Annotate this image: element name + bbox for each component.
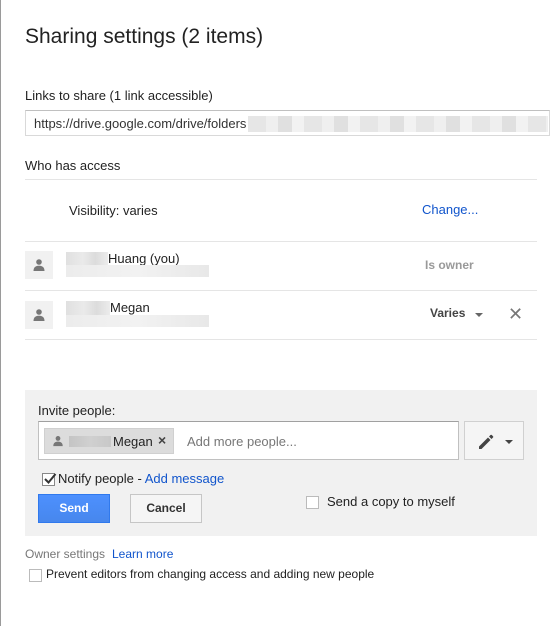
change-visibility-link[interactable]: Change... [422, 202, 478, 217]
person-avatar [25, 251, 53, 279]
who-has-access-label: Who has access [25, 158, 121, 173]
caret-down-icon [505, 440, 513, 444]
recipient-chip[interactable]: Megan × [44, 428, 174, 454]
links-label: Links to share (1 link accessible) [25, 88, 213, 103]
remove-person-icon[interactable]: ✕ [508, 305, 523, 323]
person-avatar [25, 301, 53, 329]
notify-label-row: Notify people - Add message [58, 471, 224, 486]
visibility-text: Visibility: varies [69, 203, 158, 218]
name-redacted [66, 301, 110, 315]
prevent-editors-checkbox[interactable] [29, 569, 42, 582]
person-icon [53, 436, 63, 447]
email-redacted [66, 315, 209, 327]
divider [25, 290, 537, 291]
chip-name: Megan [113, 434, 153, 449]
send-copy-label: Send a copy to myself [327, 494, 455, 509]
invite-panel: Invite people: Megan × Notify people - A… [25, 390, 537, 536]
owner-role-label: Is owner [425, 258, 474, 272]
notify-separator: - [133, 471, 145, 486]
owner-settings-label: Owner settings [25, 547, 106, 561]
person-name: Megan [110, 300, 150, 315]
prevent-editors-label: Prevent editors from changing access and… [46, 567, 375, 581]
notify-people-label: Notify people [58, 471, 134, 486]
cancel-button[interactable]: Cancel [130, 494, 202, 523]
share-link-text[interactable]: https://drive.google.com/drive/folders [34, 116, 246, 131]
person-icon [33, 309, 45, 321]
invite-label: Invite people: [38, 403, 116, 418]
person-name: Huang (you) [108, 251, 180, 266]
share-link-redacted [248, 116, 548, 132]
add-people-input[interactable] [187, 431, 447, 451]
name-redacted [66, 252, 108, 266]
permission-menu-button[interactable] [464, 421, 524, 460]
learn-more-link[interactable]: Learn more [112, 547, 173, 561]
divider [25, 179, 537, 180]
email-redacted [66, 265, 209, 277]
caret-down-icon[interactable] [475, 313, 483, 317]
dialog-border [0, 0, 1, 626]
send-button[interactable]: Send [38, 494, 110, 523]
checkmark-icon [44, 473, 57, 484]
add-message-link[interactable]: Add message [145, 471, 225, 486]
dialog-title: Sharing settings (2 items) [25, 25, 264, 48]
share-link-field[interactable]: https://drive.google.com/drive/folders [25, 110, 550, 136]
person-icon [33, 259, 45, 271]
permission-dropdown[interactable]: Varies [430, 306, 465, 320]
send-copy-checkbox[interactable] [306, 496, 319, 509]
divider [25, 339, 537, 340]
chip-name-redacted [69, 436, 111, 447]
notify-people-checkbox[interactable] [42, 473, 57, 486]
divider [25, 241, 537, 242]
invite-people-field[interactable]: Megan × [38, 421, 459, 460]
remove-recipient-icon[interactable]: × [158, 432, 166, 448]
pencil-icon [479, 434, 494, 449]
